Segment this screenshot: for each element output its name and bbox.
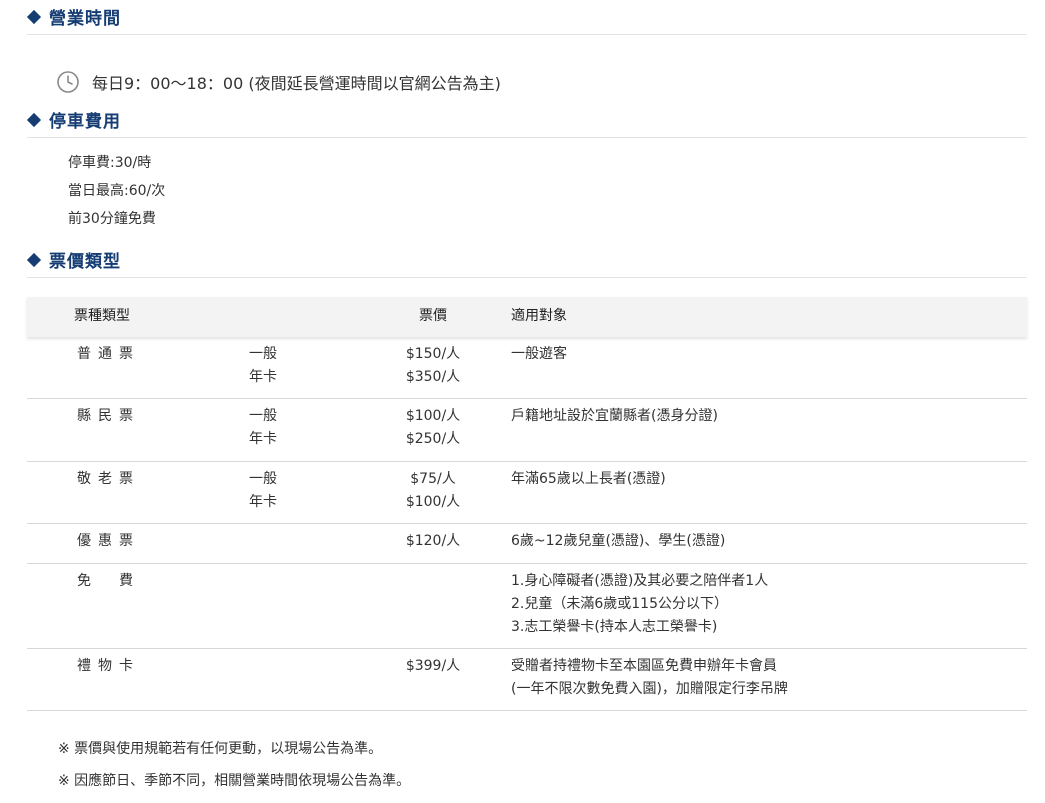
parking-section-header: 停車費用	[26, 103, 1027, 138]
ticket-type: 普通票	[77, 346, 140, 362]
ticket-price: $100/人	[405, 408, 461, 424]
table-row: 優惠票 $120/人 6歲~12歲兒童(憑證)、學生(憑證)	[27, 524, 1027, 564]
ticket-type: 優惠票	[77, 533, 140, 549]
ticket-target: 6歲~12歲兒童(憑證)、學生(憑證)	[511, 533, 726, 549]
parking-fee-item: 停車費:30/時	[68, 155, 152, 171]
table-header: 票種類型 票價 適用對象	[27, 297, 1027, 337]
hours-row: 每日9：00～18：00 (夜間延長營運時間以官網公告為主)	[56, 70, 501, 94]
table-row: 縣民票 一般 年卡 $100/人 $250/人 戶籍地址設於宜蘭縣者(憑身分證)	[27, 399, 1027, 462]
ticket-target: 2.兒童（未滿6歲或115公分以下）	[511, 596, 728, 612]
parking-fee-list: 停車費:30/時 當日最高:60/次 前30分鐘免費	[68, 149, 165, 233]
tickets-section-title: 票價類型	[49, 252, 121, 272]
ticket-subtype: 年卡	[249, 369, 277, 385]
ticket-type: 縣民票	[77, 408, 140, 424]
ticket-target: 年滿65歲以上長者(憑證)	[511, 471, 666, 487]
ticket-price: $250/人	[405, 431, 461, 447]
ticket-target: 戶籍地址設於宜蘭縣者(憑身分證)	[511, 408, 718, 424]
ticket-price: $350/人	[405, 369, 461, 385]
diamond-bullet-icon	[26, 112, 42, 128]
tickets-section-header: 票價類型	[26, 243, 1027, 278]
parking-section-title: 停車費用	[49, 112, 121, 132]
clock-icon	[57, 71, 79, 93]
ticket-price: $100/人	[405, 494, 461, 510]
ticket-subtype: 年卡	[249, 431, 277, 447]
ticket-price: $399/人	[405, 658, 461, 674]
table-row: 敬老票 一般 年卡 $75/人 $100/人 年滿65歲以上長者(憑證)	[27, 462, 1027, 524]
note-text: ※ 因應節日、季節不同，相關營業時間依現場公告為準。	[58, 773, 411, 789]
diamond-bullet-icon	[26, 252, 42, 268]
ticket-subtype: 一般	[249, 471, 277, 487]
ticket-price: $150/人	[405, 346, 461, 362]
notes: ※ 票價與使用規範若有任何更動，以現場公告為準。 ※ 因應節日、季節不同，相關營…	[58, 733, 410, 797]
ticket-type: 敬老票	[77, 471, 140, 487]
ticket-price: $120/人	[405, 533, 461, 549]
table-row: 普通票 一般 年卡 $150/人 $350/人 一般遊客	[27, 337, 1027, 399]
ticket-price-table: 票種類型 票價 適用對象	[27, 297, 1027, 337]
note-text: ※ 票價與使用規範若有任何更動，以現場公告為準。	[58, 741, 383, 757]
ticket-subtype: 一般	[249, 408, 277, 424]
ticket-target: 受贈者持禮物卡至本園區免費申辦年卡會員	[511, 658, 777, 674]
table-row: 禮物卡 $399/人 受贈者持禮物卡至本園區免費申辦年卡會員 (一年不限次數免費…	[27, 649, 1027, 711]
business-hours-text: 每日9：00～18：00 (夜間延長營運時間以官網公告為主)	[92, 74, 501, 93]
header-price: 票價	[419, 308, 447, 324]
ticket-target: 3.志工榮譽卡(持本人志工榮譽卡)	[511, 619, 718, 635]
ticket-subtype: 年卡	[249, 494, 277, 510]
diamond-bullet-icon	[26, 9, 42, 25]
ticket-type: 免 費	[77, 573, 140, 589]
parking-fee-item: 前30分鐘免費	[68, 211, 156, 227]
hours-section-title: 營業時間	[49, 9, 121, 29]
hours-section-header: 營業時間	[26, 0, 1027, 35]
parking-fee-item: 當日最高:60/次	[68, 183, 166, 199]
table-row: 免 費 1.身心障礙者(憑證)及其必要之陪伴者1人 2.兒童（未滿6歲或115公…	[27, 564, 1027, 649]
header-target: 適用對象	[511, 308, 567, 324]
ticket-target: 一般遊客	[511, 346, 567, 362]
ticket-target: (一年不限次數免費入園)，加贈限定行李吊牌	[511, 681, 788, 697]
ticket-price: $75/人	[410, 471, 456, 487]
ticket-subtype: 一般	[249, 346, 277, 362]
ticket-target: 1.身心障礙者(憑證)及其必要之陪伴者1人	[511, 573, 769, 589]
ticket-type: 禮物卡	[77, 658, 140, 674]
header-ticket-type: 票種類型	[74, 308, 130, 324]
